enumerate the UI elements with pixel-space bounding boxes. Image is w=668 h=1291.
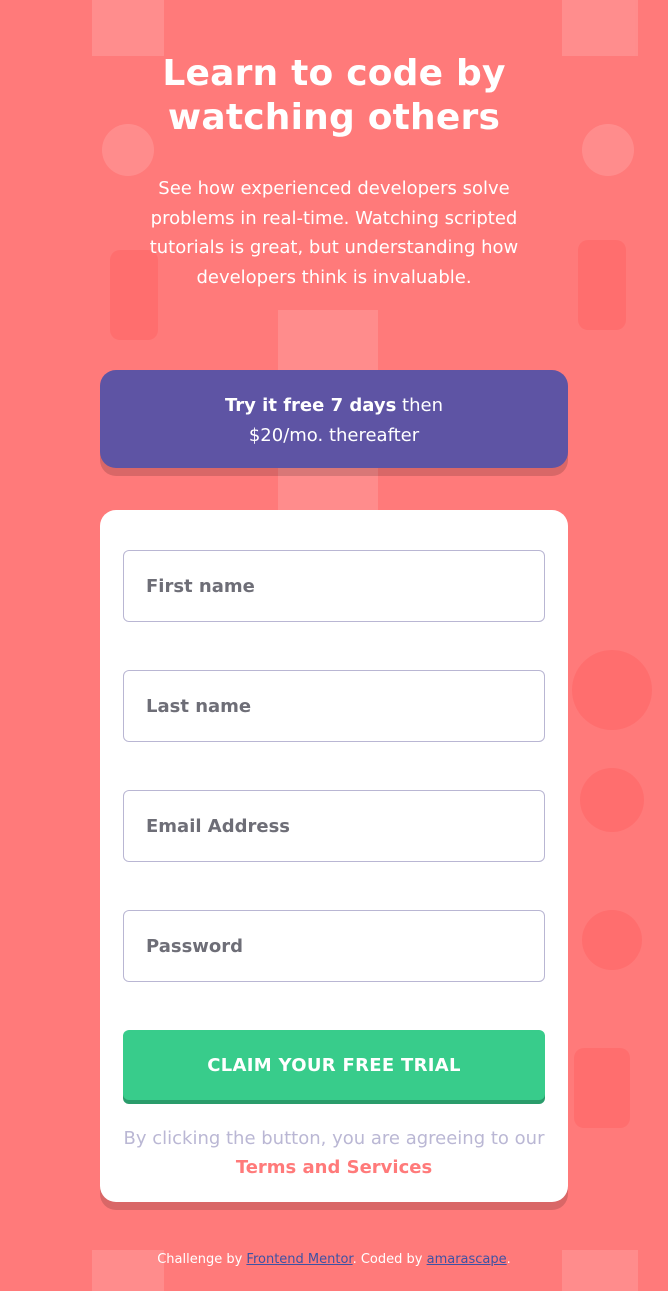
- terms-link[interactable]: Terms and Services: [236, 1157, 432, 1178]
- bg-chain-bottom: [574, 1048, 630, 1128]
- promo-then-text: then: [396, 395, 443, 416]
- terms-notice: By clicking the button, you are agreeing…: [100, 1124, 568, 1182]
- frontend-mentor-link[interactable]: Frontend Mentor: [246, 1252, 352, 1267]
- bg-lifebuoy-right: [572, 650, 652, 730]
- bg-chat-right: [582, 910, 642, 970]
- bg-bulb-right: [580, 768, 644, 832]
- attribution-suffix: .: [506, 1252, 511, 1267]
- promo-line-1: Try it free 7 days then: [100, 391, 568, 421]
- signup-form: CLAIM YOUR FREE TRIAL By clicking the bu…: [100, 510, 568, 1202]
- bg-home-tile-left: [92, 0, 164, 56]
- hero-description: See how experienced developers solve pro…: [149, 178, 519, 288]
- promo-banner: Try it free 7 days then $20/mo. thereaft…: [100, 370, 568, 468]
- first-name-input[interactable]: [123, 550, 545, 622]
- bg-home-tile-right: [562, 0, 638, 56]
- email-input[interactable]: [123, 790, 545, 862]
- page-title: Learn to code by watching others: [162, 53, 506, 138]
- promo-price-text: $20/mo. thereafter: [248, 425, 420, 446]
- terms-prefix: By clicking the button, you are agreeing…: [123, 1128, 545, 1149]
- claim-trial-button[interactable]: CLAIM YOUR FREE TRIAL: [123, 1030, 545, 1100]
- promo-bold-text: Try it free 7 days: [225, 395, 397, 416]
- last-name-input[interactable]: [123, 670, 545, 742]
- attribution-middle: . Coded by: [352, 1252, 427, 1267]
- hero-section: Learn to code by watching others See how…: [0, 52, 668, 292]
- attribution: Challenge by Frontend Mentor. Coded by a…: [0, 1252, 668, 1267]
- attribution-prefix: Challenge by: [157, 1252, 247, 1267]
- author-link[interactable]: amarascape: [427, 1252, 507, 1267]
- password-input[interactable]: [123, 910, 545, 982]
